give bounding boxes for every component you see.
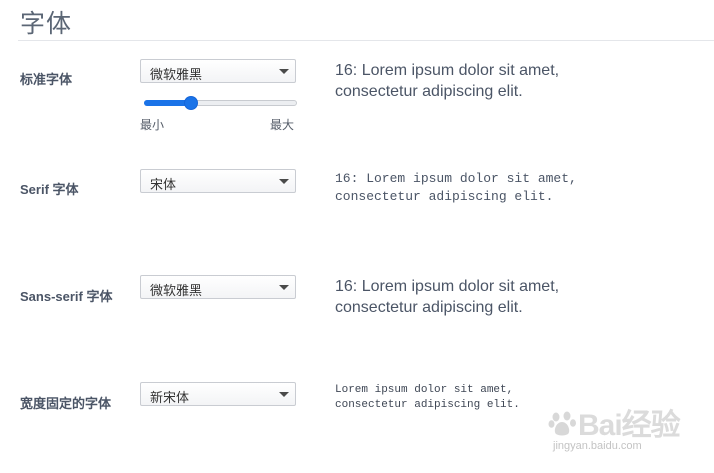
serif-font-preview-line-2: consectetur adipiscing elit.: [335, 189, 554, 204]
standard-font-label: 标准字体: [20, 72, 73, 87]
baidu-watermark-logo: Bai经验: [548, 400, 681, 444]
standard-font-preview-line-1: 16: Lorem ipsum dolor sit amet,: [335, 62, 560, 79]
fixed-width-font-select[interactable]: 新宋体: [140, 382, 296, 406]
serif-font-preview-line-1: 16: Lorem ipsum dolor sit amet,: [335, 171, 577, 186]
serif-font-select[interactable]: 宋体: [140, 169, 296, 193]
slider-min-label: 最小: [140, 118, 165, 132]
chevron-down-icon: [279, 285, 289, 290]
sans-serif-font-select[interactable]: 微软雅黑: [140, 275, 296, 299]
page-title: 字体: [20, 10, 73, 38]
fixed-width-font-select-value: 新宋体: [150, 390, 190, 405]
font-settings-page: 字体 标准字体 微软雅黑 16: Lorem ipsum dolor sit a…: [0, 0, 714, 473]
standard-font-preview: 16: Lorem ipsum dolor sit amet, consecte…: [335, 60, 559, 102]
serif-font-preview: 16: Lorem ipsum dolor sit amet, consecte…: [335, 170, 577, 206]
baidu-watermark-text: Bai经验: [578, 409, 681, 442]
slider-max-label: 最大: [270, 118, 295, 132]
fixed-width-font-preview-line-2: consectetur adipiscing elit.: [335, 399, 520, 411]
font-size-slider[interactable]: [144, 97, 297, 109]
serif-font-select-value: 宋体: [150, 177, 177, 192]
standard-font-select-value: 微软雅黑: [150, 67, 203, 82]
font-size-slider-fill: [144, 100, 191, 106]
sans-serif-font-preview-line-2: consectetur adipiscing elit.: [335, 299, 523, 316]
chevron-down-icon: [279, 69, 289, 74]
sans-serif-font-select-value: 微软雅黑: [150, 283, 203, 298]
standard-font-select[interactable]: 微软雅黑: [140, 59, 296, 83]
baidu-watermark-url: jingyan.baidu.com: [553, 440, 642, 452]
title-divider: [18, 40, 714, 41]
standard-font-preview-line-2: consectetur adipiscing elit.: [335, 83, 523, 100]
fixed-width-font-preview-line-1: Lorem ipsum dolor sit amet,: [335, 384, 514, 396]
chevron-down-icon: [279, 392, 289, 397]
fixed-width-font-preview: Lorem ipsum dolor sit amet, consectetur …: [335, 383, 520, 413]
chevron-down-icon: [279, 179, 289, 184]
sans-serif-font-preview: 16: Lorem ipsum dolor sit amet, consecte…: [335, 276, 559, 318]
serif-font-label: Serif 字体: [20, 182, 79, 197]
sans-serif-font-label: Sans-serif 字体: [20, 289, 113, 304]
baidu-paw-icon: [548, 411, 576, 436]
sans-serif-font-preview-line-1: 16: Lorem ipsum dolor sit amet,: [335, 278, 560, 295]
font-size-slider-thumb[interactable]: [185, 97, 197, 109]
fixed-width-font-label: 宽度固定的字体: [20, 396, 112, 411]
